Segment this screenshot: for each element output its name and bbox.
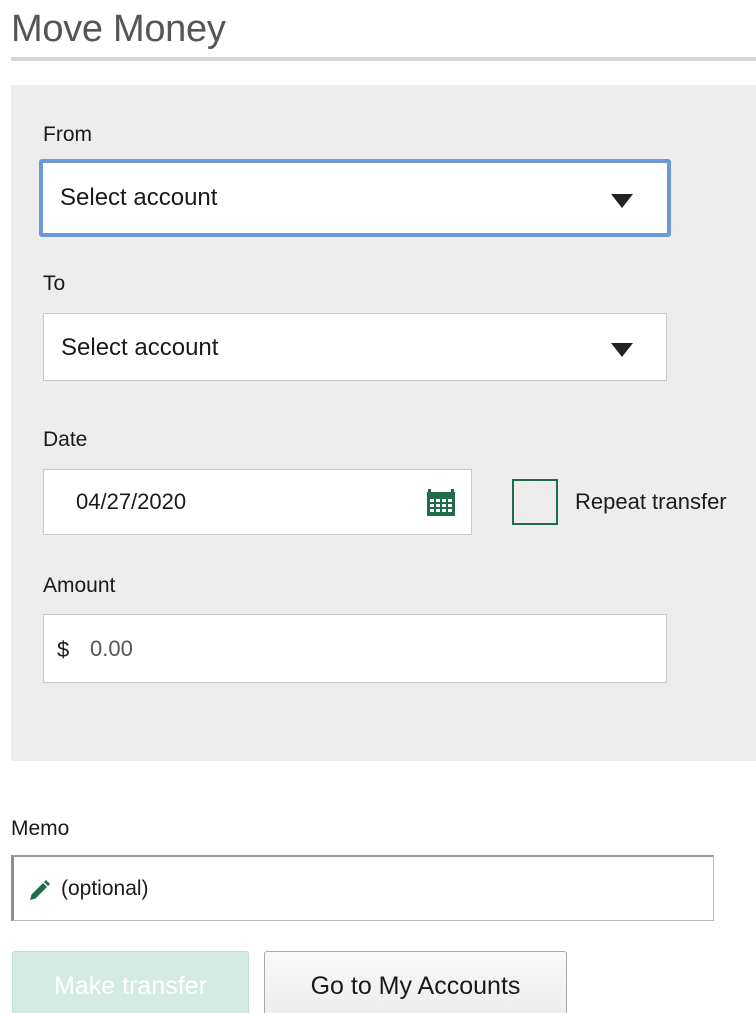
title-divider <box>11 57 756 61</box>
chevron-down-icon <box>611 194 633 208</box>
chevron-down-icon <box>611 343 633 357</box>
to-account-select[interactable]: Select account <box>43 313 667 381</box>
memo-field <box>11 855 714 921</box>
amount-field: $ <box>43 614 667 683</box>
currency-symbol: $ <box>57 637 70 662</box>
go-to-my-accounts-button[interactable]: Go to My Accounts <box>264 951 567 1013</box>
repeat-transfer-label: Repeat transfer <box>575 489 727 514</box>
to-account-select-value: Select account <box>61 334 219 361</box>
date-field[interactable]: 04/27/2020 <box>43 469 472 535</box>
date-label: Date <box>43 428 88 451</box>
to-label: To <box>43 272 66 295</box>
make-transfer-button[interactable]: Make transfer <box>12 951 249 1013</box>
move-money-page: Move Money From Select account To Select… <box>0 0 756 1013</box>
from-account-select-value: Select account <box>60 184 218 211</box>
date-value: 04/27/2020 <box>76 489 187 514</box>
from-account-select[interactable]: Select account <box>39 159 671 237</box>
from-label: From <box>43 123 92 146</box>
memo-input[interactable] <box>61 874 681 904</box>
memo-label: Memo <box>11 817 70 840</box>
pencil-icon <box>27 879 51 903</box>
amount-label: Amount <box>43 574 116 597</box>
page-title: Move Money <box>11 8 226 50</box>
amount-input[interactable] <box>90 634 630 664</box>
calendar-icon[interactable] <box>425 486 457 518</box>
repeat-transfer-checkbox[interactable] <box>512 479 558 525</box>
